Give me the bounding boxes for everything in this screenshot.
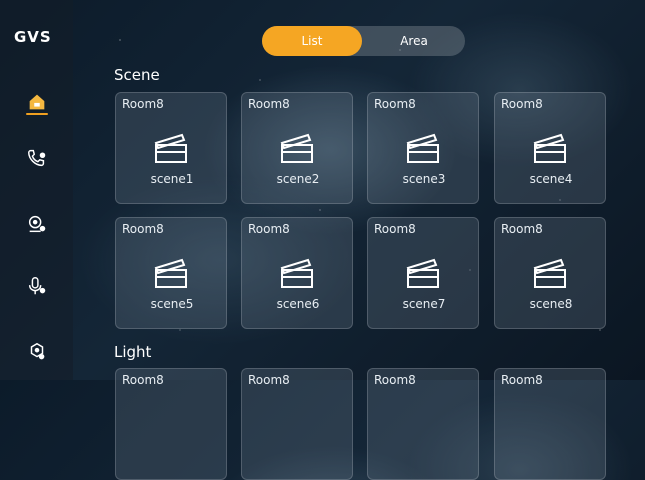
nav-active-indicator bbox=[26, 113, 48, 115]
clapperboard-icon bbox=[280, 133, 313, 163]
card-scene-name: scene2 bbox=[276, 172, 320, 186]
card-room-label: Room8 bbox=[122, 97, 164, 111]
scene-card[interactable]: Room8 scene3 bbox=[367, 92, 479, 204]
light-card[interactable]: Room8 bbox=[115, 368, 227, 480]
scene-card[interactable]: Room8 scene2 bbox=[241, 92, 353, 204]
home-icon bbox=[29, 94, 44, 110]
card-scene-name: scene4 bbox=[529, 172, 573, 186]
card-scene-name: scene1 bbox=[150, 172, 194, 186]
scene-card[interactable]: Room8 scene5 bbox=[115, 217, 227, 329]
scene-card[interactable]: Room8 scene8 bbox=[494, 217, 606, 329]
scene-card[interactable]: Room8 scene7 bbox=[367, 217, 479, 329]
nav-settings[interactable] bbox=[0, 332, 73, 372]
card-room-label: Room8 bbox=[501, 373, 543, 387]
card-scene-name: scene7 bbox=[402, 297, 446, 311]
clapperboard-icon bbox=[533, 258, 566, 288]
card-scene-name: scene5 bbox=[150, 297, 194, 311]
nav-phone[interactable] bbox=[0, 138, 73, 178]
card-room-label: Room8 bbox=[122, 373, 164, 387]
section-title-scene: Scene bbox=[114, 66, 160, 84]
card-room-label: Room8 bbox=[374, 97, 416, 111]
clapperboard-icon bbox=[154, 133, 187, 163]
card-room-label: Room8 bbox=[122, 222, 164, 236]
card-room-label: Room8 bbox=[248, 373, 290, 387]
scene-card[interactable]: Room8 scene6 bbox=[241, 217, 353, 329]
scene-card[interactable]: Room8 scene4 bbox=[494, 92, 606, 204]
nav-microphone[interactable] bbox=[0, 266, 73, 306]
app-logo: GVS bbox=[14, 28, 52, 46]
card-room-label: Room8 bbox=[374, 373, 416, 387]
sidebar: GVS bbox=[0, 0, 73, 380]
card-room-label: Room8 bbox=[374, 222, 416, 236]
nav-home[interactable] bbox=[0, 82, 73, 122]
nav-camera[interactable] bbox=[0, 204, 73, 244]
section-title-light: Light bbox=[114, 343, 152, 361]
light-card[interactable]: Room8 bbox=[494, 368, 606, 480]
clapperboard-icon bbox=[406, 133, 439, 163]
card-scene-name: scene6 bbox=[276, 297, 320, 311]
phone-settings-icon bbox=[27, 149, 45, 167]
card-room-label: Room8 bbox=[248, 222, 290, 236]
card-scene-name: scene8 bbox=[529, 297, 573, 311]
clapperboard-icon bbox=[406, 258, 439, 288]
card-room-label: Room8 bbox=[501, 97, 543, 111]
microphone-icon bbox=[28, 277, 45, 295]
card-room-label: Room8 bbox=[248, 97, 290, 111]
light-card[interactable]: Room8 bbox=[241, 368, 353, 480]
tab-list[interactable]: List bbox=[262, 26, 362, 56]
view-toggle: List Area bbox=[262, 26, 465, 56]
clapperboard-icon bbox=[154, 258, 187, 288]
light-card[interactable]: Room8 bbox=[367, 368, 479, 480]
camera-icon bbox=[28, 215, 45, 233]
clapperboard-icon bbox=[280, 258, 313, 288]
clapperboard-icon bbox=[533, 133, 566, 163]
tab-area[interactable]: Area bbox=[364, 26, 464, 56]
gear-icon bbox=[30, 342, 44, 360]
card-room-label: Room8 bbox=[501, 222, 543, 236]
scene-card[interactable]: Room8 scene1 bbox=[115, 92, 227, 204]
card-scene-name: scene3 bbox=[402, 172, 446, 186]
